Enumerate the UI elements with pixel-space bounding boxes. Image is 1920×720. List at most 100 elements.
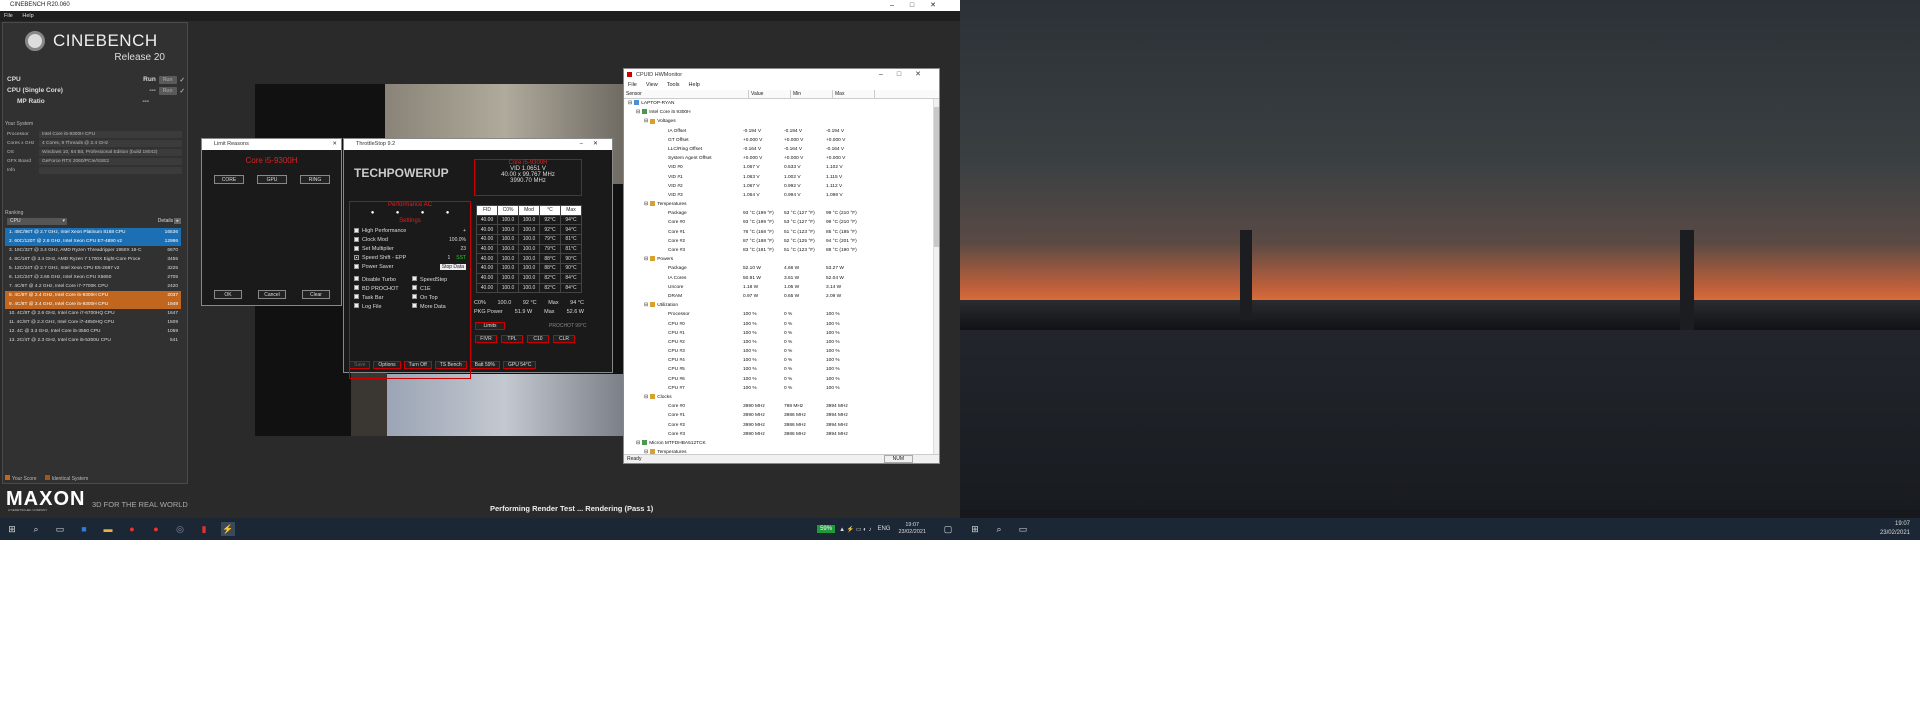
checkbox[interactable] <box>412 285 417 290</box>
sensor-row[interactable]: ⊟ Voltages <box>626 117 939 126</box>
sensor-row[interactable]: CPU #3 100 % 0 % 100 % <box>626 347 939 356</box>
ts-option-row[interactable]: High Performance + <box>354 226 466 235</box>
limit-ok-button[interactable]: OK <box>214 290 242 299</box>
search-icon[interactable]: ⌕ <box>992 522 1006 536</box>
ts-titlebar[interactable]: ThrottleStop 9.2 –✕ <box>344 139 612 150</box>
ranking-row[interactable]: 4. 8C/16T @ 3.4 GHz, AMD Ryzen 7 1700X E… <box>5 255 181 264</box>
window-controls[interactable]: –□✕ <box>879 69 935 81</box>
ranking-row[interactable]: 9. 4C/8T @ 2.4 GHz, Intel Core i5-9300H … <box>5 300 181 309</box>
cpu-run-button[interactable]: Run <box>158 75 177 84</box>
menu-file[interactable]: File <box>4 13 13 19</box>
sensor-row[interactable]: Package 52.10 W 4.66 W 53.27 W <box>626 264 939 273</box>
profile-radios[interactable]: ● ● ● ● <box>350 208 470 218</box>
ts-tpl-button[interactable]: TPL <box>501 335 523 343</box>
ts-option-row[interactable]: Power Saver Stop Data <box>354 262 466 271</box>
ranking-select[interactable]: CPU ▾ <box>7 218 67 225</box>
sensor-row[interactable]: CPU #4 100 % 0 % 100 % <box>626 356 939 365</box>
task-view-icon[interactable]: ▭ <box>53 522 67 536</box>
limit-cancel-button[interactable]: Cancel <box>258 290 286 299</box>
limit-ring-button[interactable]: RING <box>300 175 330 184</box>
ranking-row[interactable]: 7. 4C/8T @ 4.2 GHz, Intel Core i7-7700K … <box>5 282 181 291</box>
sensor-row[interactable]: DRAM 0.97 W 0.65 W 2.09 W <box>626 292 939 301</box>
checkbox[interactable] <box>354 237 359 242</box>
hwmon-scrollbar[interactable] <box>933 99 939 454</box>
ranking-row[interactable]: 8. 4C/8T @ 2.4 GHz, Intel Core i5-9300H … <box>5 291 181 300</box>
ranking-row[interactable]: 13. 2C/4T @ 2.3 GHz, Intel Core i5-5300U… <box>5 336 181 345</box>
sensor-row[interactable]: Core #2 87 °C (188 °F) 52 °C (125 °F) 94 °C… <box>626 237 939 246</box>
sensor-row[interactable]: Core #1 76 °C (168 °F) 51 °C (123 °F) 85 °C… <box>626 228 939 237</box>
hwmon-header[interactable]: Sensor Value Min Max <box>624 90 939 99</box>
ts-footer-button[interactable]: Save <box>349 361 371 369</box>
task-view-icon[interactable]: ▭ <box>1016 522 1030 536</box>
notifications-icon[interactable]: ▢ <box>941 522 955 536</box>
cpuid-icon[interactable]: ◎ <box>173 522 187 536</box>
hw-menu-file[interactable]: File <box>628 81 637 90</box>
sensor-row[interactable]: ⊟ LAPTOP-RYAN <box>626 99 939 108</box>
ranking-row[interactable]: 11. 4C/8T @ 2.3 GHz, Intel Core i7-4850H… <box>5 318 181 327</box>
sensor-row[interactable]: CPU #7 100 % 0 % 100 % <box>626 384 939 393</box>
sensor-row[interactable]: IA Offset -0.194 V -0.194 V -0.194 V <box>626 127 939 136</box>
sensor-row[interactable]: ⊟ Clocks <box>626 393 939 402</box>
window-controls[interactable]: –□✕ <box>890 0 952 11</box>
ts-fivr-button[interactable]: FIVR <box>475 335 497 343</box>
sensor-row[interactable]: Core #3 3990 MHz 3986 MHz 3994 MHz <box>626 430 939 439</box>
sensor-row[interactable]: ⊟ Micron MTFDHBA512TCK <box>626 439 939 448</box>
ts-option-row[interactable]: Clock Mod 100.0% <box>354 235 466 244</box>
sensor-row[interactable]: System Agent Offset +0.000 V +0.000 V +0.00… <box>626 154 939 163</box>
ts-footer-button[interactable]: Batt 59% <box>469 361 500 369</box>
ranking-row[interactable]: 3. 16C/32T @ 3.4 GHz, AMD Ryzen Threadri… <box>5 246 181 255</box>
hw-menu-tools[interactable]: Tools <box>667 81 680 90</box>
limit-titlebar[interactable]: Limit Reasons ✕ <box>202 139 341 150</box>
checkbox[interactable] <box>354 303 359 308</box>
sensor-row[interactable]: Processor 100 % 0 % 100 % <box>626 310 939 319</box>
sensor-row[interactable]: Core #1 3990 MHz 3986 MHz 3994 MHz <box>626 411 939 420</box>
sensor-row[interactable]: IA Cores 50.91 W 3.61 W 52.04 W <box>626 274 939 283</box>
sensor-row[interactable]: CPU #5 100 % 0 % 100 % <box>626 365 939 374</box>
sensor-row[interactable]: Core #3 83 °C (181 °F) 51 °C (123 °F) 88 °C… <box>626 246 939 255</box>
ranking-row[interactable]: 1. 48C/96T @ 2.7 GHz, Intel Xeon Platinu… <box>5 228 181 237</box>
ts-footer-button[interactable]: Options <box>373 361 401 369</box>
vivaldi-icon[interactable]: ● <box>125 522 139 536</box>
sensor-row[interactable]: GT Offset +0.000 V +0.000 V +0.000 V <box>626 136 939 145</box>
hwmon-sensor-tree[interactable]: ⊟ LAPTOP-RYAN ⊟ Intel Core i5 9300H ⊟ Voltage… <box>624 99 939 457</box>
single-core-run-button[interactable]: Run <box>158 86 177 95</box>
checkbox[interactable] <box>412 303 417 308</box>
checkbox[interactable] <box>354 255 359 260</box>
sensor-row[interactable]: VID #0 1.067 V 0.533 V 1.102 V <box>626 163 939 172</box>
limit-gpu-button[interactable]: GPU <box>257 175 287 184</box>
hw-menu-view[interactable]: View <box>646 81 658 90</box>
limit-clear-button[interactable]: Clear <box>302 290 330 299</box>
checkbox[interactable] <box>412 294 417 299</box>
checkbox[interactable] <box>354 276 359 281</box>
sensor-row[interactable]: Core #0 93 °C (199 °F) 53 °C (127 °F) 99 °C… <box>626 218 939 227</box>
sensor-row[interactable]: ⊟ Powers <box>626 255 939 264</box>
ts-footer-button[interactable]: GPU 54°C <box>502 361 537 369</box>
outlook-icon[interactable]: ■ <box>77 522 91 536</box>
windows-start-icon[interactable]: ⊞ <box>968 522 982 536</box>
hw-menu-help[interactable]: Help <box>689 81 700 90</box>
ts-footer-button[interactable]: TS Bench <box>434 361 467 369</box>
ts-clr-button[interactable]: CLR <box>553 335 575 343</box>
ts-footer-button[interactable]: Turn Off <box>403 361 432 369</box>
sensor-row[interactable]: ⊟ Temperatures <box>626 200 939 209</box>
sensor-row[interactable]: Core #2 3990 MHz 3986 MHz 3994 MHz <box>626 421 939 430</box>
menu-help[interactable]: Help <box>22 13 33 19</box>
checkbox[interactable] <box>354 285 359 290</box>
sensor-row[interactable]: LLC/Ring Offset -0.164 V -0.164 V -0.164 V <box>626 145 939 154</box>
ts-option-row[interactable]: Set Multiplier 23 <box>354 244 466 253</box>
limits-button[interactable]: Limits <box>475 322 505 330</box>
ranking-row[interactable]: 2. 60C/120T @ 2.8 GHz, Intel Xeon CPU E7… <box>5 237 181 246</box>
ranking-row[interactable]: 6. 12C/24T @ 2.66 GHz, Intel Xeon CPU X5… <box>5 273 181 282</box>
ranking-row[interactable]: 10. 4C/8T @ 2.6 GHz, Intel Core i7-6700H… <box>5 309 181 318</box>
sensor-row[interactable]: CPU #6 100 % 0 % 100 % <box>626 375 939 384</box>
ranking-row[interactable]: 12. 4C @ 3.3 GHz, Intel Core i5-3550 CPU… <box>5 327 181 336</box>
limit-core-button[interactable]: CORE <box>214 175 244 184</box>
throttlestop-taskbar-icon[interactable]: ● <box>149 522 163 536</box>
sensor-row[interactable]: ⊟ Utilization <box>626 301 939 310</box>
sensor-row[interactable]: VID #2 1.067 V 0.992 V 1.112 V <box>626 182 939 191</box>
sensor-row[interactable]: CPU #0 100 % 0 % 100 % <box>626 320 939 329</box>
file-explorer-icon[interactable]: ▬ <box>101 522 115 536</box>
checkbox[interactable] <box>354 294 359 299</box>
language-indicator[interactable]: ENG <box>877 526 890 532</box>
cinebench-taskbar-icon[interactable]: ⚡ <box>221 522 235 536</box>
